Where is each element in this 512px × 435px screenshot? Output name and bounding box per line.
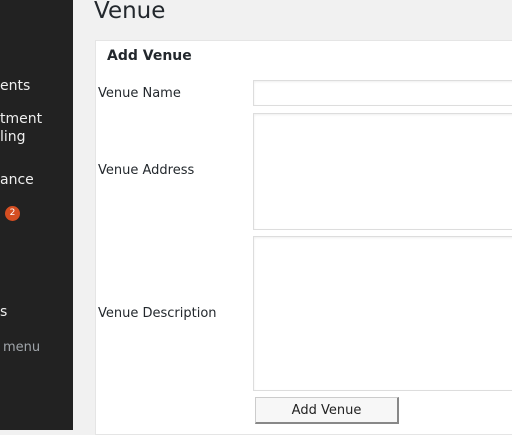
sidebar-item-settings[interactable]: s [0,302,7,323]
sidebar-item-events[interactable]: ents [0,76,30,97]
venue-name-label: Venue Name [98,86,181,101]
add-venue-button[interactable]: Add Venue [255,397,399,424]
sidebar-item-appearance[interactable]: ance [0,170,34,191]
venue-description-label: Venue Description [98,306,217,321]
admin-sidebar: ents tment ling ance 2 s menu [0,0,73,430]
venue-name-input[interactable] [253,80,512,106]
venue-address-label: Venue Address [98,163,195,178]
venue-description-textarea[interactable] [253,236,512,391]
page-title: Venue [94,0,166,24]
notification-badge: 2 [5,206,20,221]
collapse-menu-button[interactable]: menu [3,337,40,358]
panel-heading: Add Venue [107,48,192,64]
sidebar-item-scheduling[interactable]: ling [0,127,26,148]
venue-address-textarea[interactable] [253,113,512,230]
